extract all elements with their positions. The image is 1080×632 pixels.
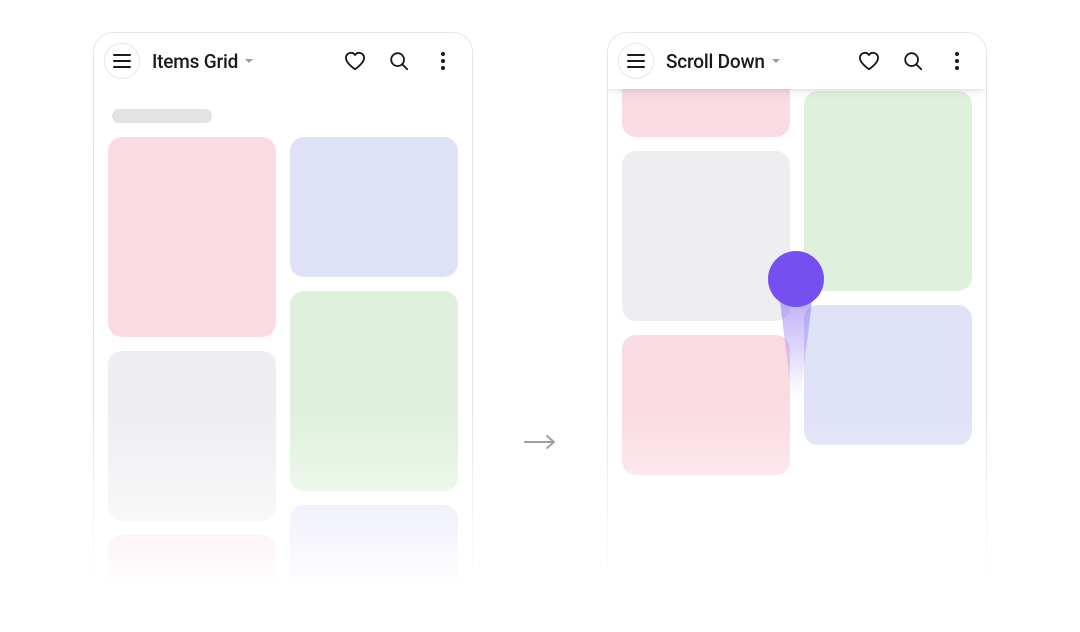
items-grid bbox=[108, 137, 458, 591]
more-vert-icon bbox=[440, 51, 446, 71]
search-icon bbox=[902, 50, 924, 72]
heart-icon bbox=[858, 51, 880, 71]
arrow-between-icon bbox=[523, 433, 557, 451]
title-dropdown[interactable]: Scroll Down bbox=[666, 50, 781, 73]
phone-after: Scroll Down bbox=[607, 32, 987, 592]
appbar: Items Grid bbox=[94, 33, 472, 89]
overflow-button[interactable] bbox=[938, 42, 976, 80]
favorite-button[interactable] bbox=[336, 42, 374, 80]
section-header-placeholder bbox=[112, 109, 212, 123]
page-title: Scroll Down bbox=[666, 50, 765, 73]
grid-card[interactable] bbox=[290, 137, 458, 277]
grid-card[interactable] bbox=[804, 91, 972, 291]
grid-card[interactable] bbox=[804, 305, 972, 445]
overflow-button[interactable] bbox=[424, 42, 462, 80]
grid-card[interactable] bbox=[622, 89, 790, 137]
more-vert-icon bbox=[954, 51, 960, 71]
menu-icon bbox=[627, 54, 645, 68]
page-title: Items Grid bbox=[152, 50, 238, 73]
grid-card[interactable] bbox=[622, 335, 790, 475]
items-grid bbox=[622, 89, 972, 475]
menu-icon bbox=[113, 54, 131, 68]
search-button[interactable] bbox=[380, 42, 418, 80]
grid-card[interactable] bbox=[290, 291, 458, 491]
caret-down-icon bbox=[244, 58, 254, 64]
heart-icon bbox=[344, 51, 366, 71]
grid-card[interactable] bbox=[108, 351, 276, 521]
grid-card[interactable] bbox=[108, 137, 276, 337]
caret-down-icon bbox=[771, 58, 781, 64]
content-area[interactable] bbox=[608, 89, 986, 591]
appbar: Scroll Down bbox=[608, 33, 986, 89]
content-area[interactable] bbox=[94, 89, 472, 591]
phone-before: Items Grid bbox=[93, 32, 473, 592]
grid-card[interactable] bbox=[108, 535, 276, 591]
title-dropdown[interactable]: Items Grid bbox=[152, 50, 254, 73]
search-icon bbox=[388, 50, 410, 72]
grid-card[interactable] bbox=[290, 505, 458, 591]
search-button[interactable] bbox=[894, 42, 932, 80]
menu-button[interactable] bbox=[104, 43, 140, 79]
favorite-button[interactable] bbox=[850, 42, 888, 80]
grid-card[interactable] bbox=[622, 151, 790, 321]
menu-button[interactable] bbox=[618, 43, 654, 79]
